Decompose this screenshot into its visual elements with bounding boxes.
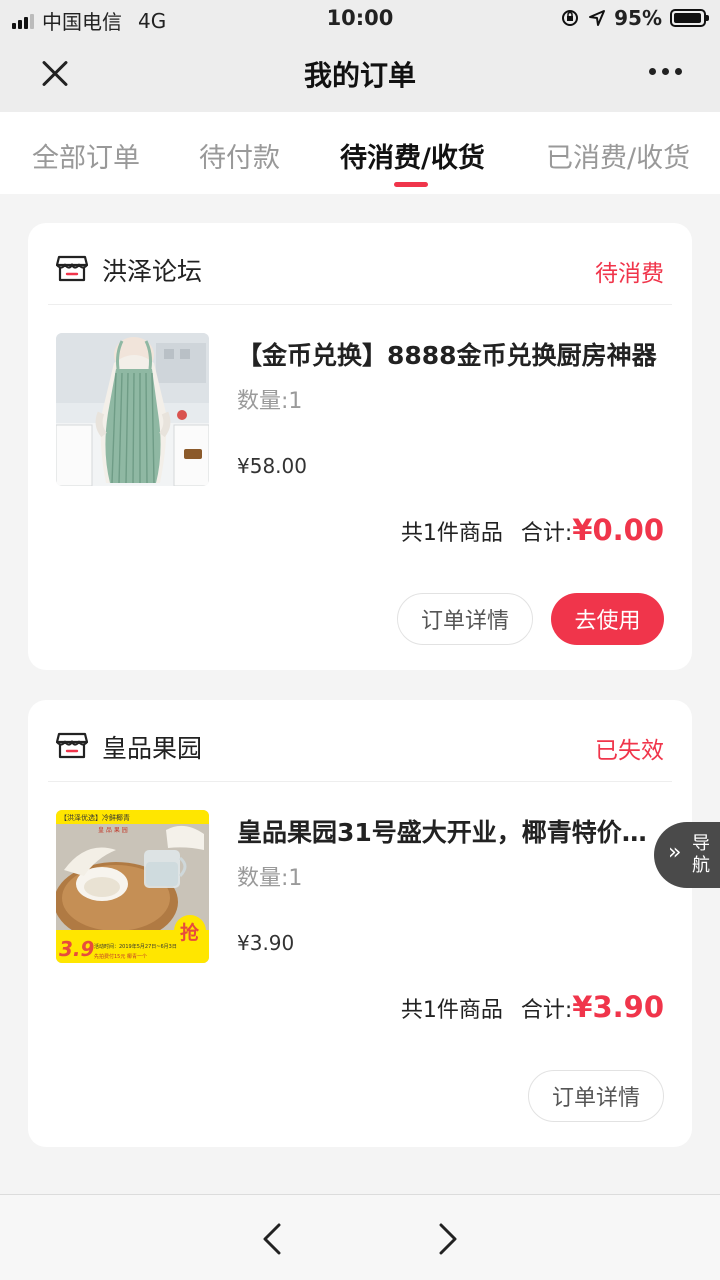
order-detail-button[interactable]: 订单详情	[528, 1070, 664, 1122]
tab-all-orders[interactable]: 全部订单	[32, 136, 140, 175]
tab-consumed[interactable]: 已消费/收货	[546, 136, 690, 175]
total-count: 共1件商品	[400, 998, 503, 1023]
total-label: 合计:	[520, 998, 573, 1023]
shop-header[interactable]: 皇品果园 已失效	[28, 700, 692, 782]
status-bar: 中国电信 4G 10:00 95%	[0, 0, 720, 36]
more-icon[interactable]	[649, 68, 682, 75]
orientation-lock-icon	[562, 10, 579, 26]
order-card: 皇品果园 已失效 【洪泽优选】冷鲜椰青 皇 品 果 园 3.9 活动时间：201…	[28, 700, 692, 1147]
order-detail-button[interactable]: 订单详情	[397, 593, 533, 645]
divider	[48, 304, 672, 305]
thumb-banner-text: 【洪泽优选】冷鲜椰青	[60, 813, 130, 822]
item-quantity: 数量:1	[237, 389, 303, 414]
total-amount: ¥0.00	[572, 513, 664, 547]
battery-level	[674, 13, 701, 23]
product-image-coconut[interactable]: 【洪泽优选】冷鲜椰青 皇 品 果 园 3.9 活动时间：2019年5月27日~6…	[56, 810, 209, 963]
item-price: ¥3.90	[237, 931, 295, 955]
location-arrow-icon	[589, 10, 606, 26]
status-right: 95%	[560, 6, 709, 30]
shop-header[interactable]: 洪泽论坛 待消费	[28, 223, 692, 305]
item-title[interactable]: 【金币兑换】8888金币兑换厨房神器	[237, 336, 667, 372]
use-button[interactable]: 去使用	[551, 593, 664, 645]
shop-icon	[56, 255, 88, 282]
thumb-sub-text: 皇 品 果 园	[98, 826, 128, 834]
bottom-navigation-bar	[0, 1194, 720, 1280]
item-quantity: 数量:1	[237, 866, 303, 891]
order-total: 共1件商品 合计:¥0.00	[401, 513, 664, 547]
tab-pending-consumption[interactable]: 待消费/收货	[340, 136, 485, 175]
item-price: ¥58.00	[237, 454, 307, 478]
thumb-price-text: 3.9	[59, 937, 95, 961]
shop-name: 皇品果园	[102, 734, 203, 763]
thumb-tag-text: 抢	[180, 921, 200, 944]
item-title[interactable]: 皇品果园31号盛大开业，椰青特价抢购	[237, 813, 667, 849]
battery-percent: 95%	[614, 6, 662, 30]
order-status: 已失效	[595, 738, 664, 764]
divider	[48, 781, 672, 782]
thumb-note-text: 先拍费付15元 椰青一个	[94, 953, 147, 960]
product-image-apron[interactable]	[56, 333, 209, 486]
total-label: 合计:	[520, 521, 573, 546]
thumb-activity-text: 活动时间：2019年5月27日~6月3日	[94, 943, 177, 950]
shop-name: 洪泽论坛	[102, 257, 203, 286]
floating-guide-button[interactable]: » 导航	[654, 822, 720, 888]
guide-label: 导航	[692, 833, 710, 876]
double-chevron-icon: »	[668, 840, 682, 865]
active-tab-indicator	[394, 182, 428, 187]
order-card: 洪泽论坛 待消费 【金币兑换】8888金币兑换厨房神器 数量:1 ¥58.00 …	[28, 223, 692, 670]
order-total: 共1件商品 合计:¥3.90	[401, 990, 664, 1024]
navigation-bar: 我的订单	[0, 36, 720, 112]
total-count: 共1件商品	[400, 521, 503, 546]
page-title: 我的订单	[303, 59, 416, 92]
tab-pending-payment[interactable]: 待付款	[199, 136, 280, 175]
chevron-right-icon[interactable]	[433, 1223, 461, 1255]
order-tabs: 全部订单 待付款 待消费/收货 已消费/收货	[0, 112, 720, 194]
total-amount: ¥3.90	[572, 990, 664, 1024]
order-status: 待消费	[595, 261, 664, 287]
chevron-left-icon[interactable]	[259, 1223, 287, 1255]
shop-icon	[56, 732, 88, 759]
battery-icon	[670, 9, 709, 27]
